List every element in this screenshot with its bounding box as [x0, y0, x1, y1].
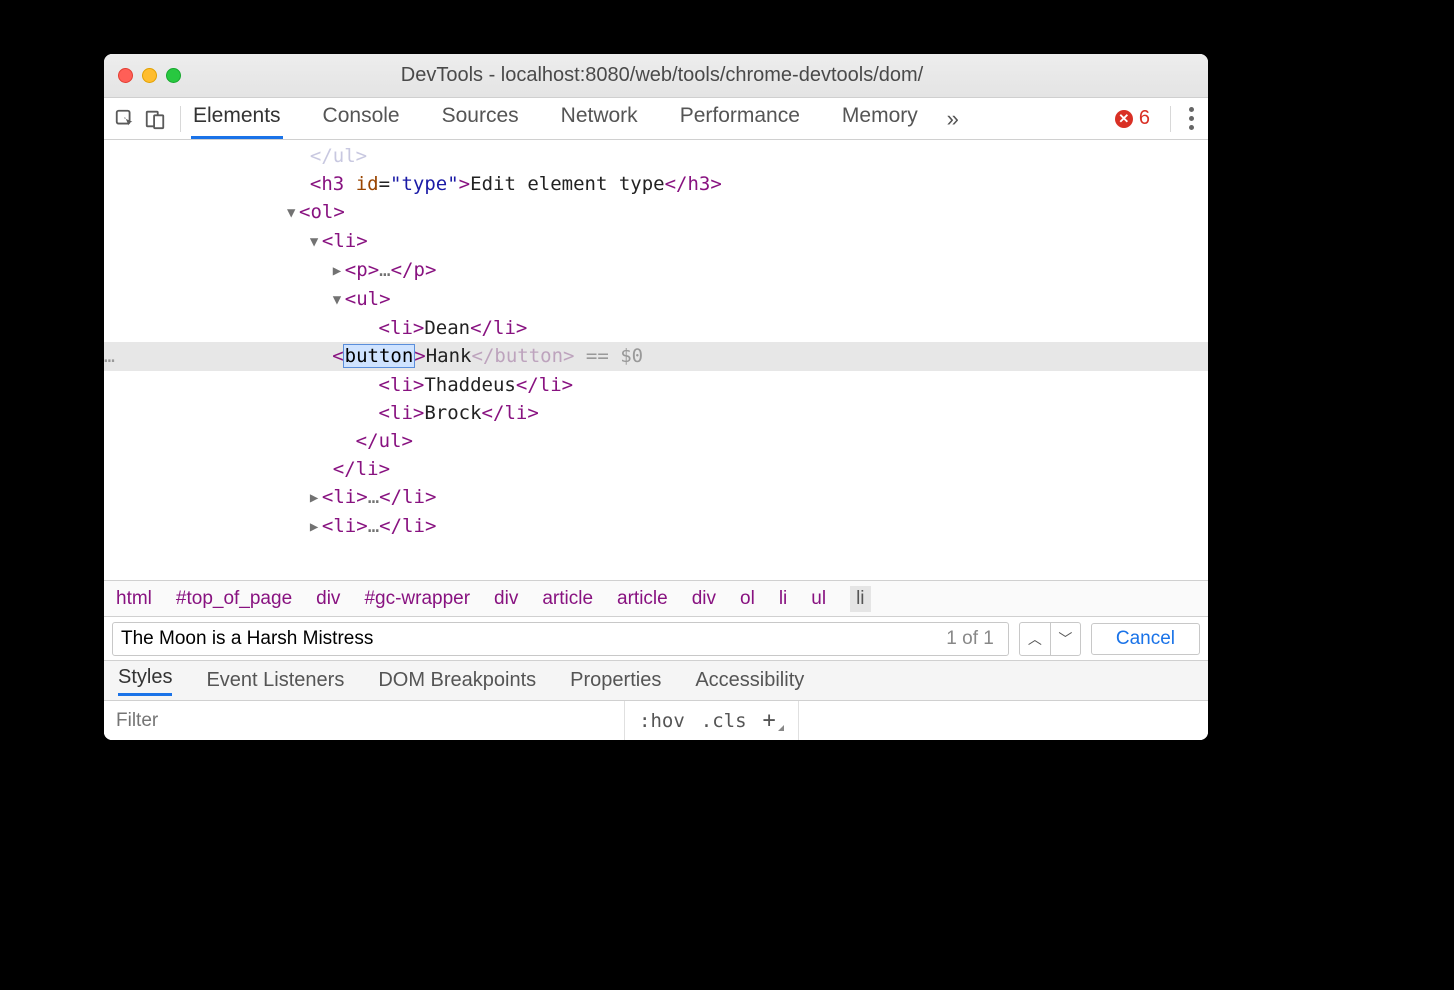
new-style-rule-icon[interactable]: + — [763, 708, 784, 733]
search-bar: 1 of 1 ︿ ﹀ Cancel — [104, 616, 1208, 660]
minimize-icon[interactable] — [142, 68, 157, 83]
crumb-li[interactable]: li — [779, 588, 787, 610]
subtab-event-listeners[interactable]: Event Listeners — [206, 669, 344, 692]
styles-filter-input[interactable] — [104, 701, 624, 740]
crumb-gc-wrapper[interactable]: #gc-wrapper — [364, 588, 470, 610]
tab-console[interactable]: Console — [321, 98, 402, 139]
chevron-right-icon[interactable]: ▶ — [310, 484, 322, 512]
dom-annotation: == $0 — [574, 345, 643, 367]
search-box: 1 of 1 — [112, 622, 1009, 656]
subtab-styles[interactable]: Styles — [118, 666, 172, 696]
dom-text: Brock — [424, 402, 481, 424]
crumb-ul[interactable]: ul — [811, 588, 826, 610]
inspect-icon[interactable] — [110, 104, 140, 134]
dom-text: Hank — [426, 345, 472, 367]
cancel-button[interactable]: Cancel — [1091, 623, 1200, 655]
dom-text: </ul> — [310, 145, 367, 167]
dom-tree[interactable]: </ul> <h3 id="type">Edit element type</h… — [104, 140, 1208, 580]
selected-node[interactable]: … <button>Hank</button> == $0 — [104, 342, 1208, 371]
maximize-icon[interactable] — [166, 68, 181, 83]
window-title: DevTools - localhost:8080/web/tools/chro… — [190, 64, 1134, 87]
titlebar: DevTools - localhost:8080/web/tools/chro… — [104, 54, 1208, 98]
dom-ellipsis: … — [368, 515, 379, 537]
chevron-down-icon[interactable]: ▼ — [287, 199, 299, 227]
search-next-icon[interactable]: ﹀ — [1050, 623, 1080, 655]
crumb-html[interactable]: html — [116, 588, 152, 610]
dom-text: Thaddeus — [424, 374, 516, 396]
tag-edit-input[interactable]: button — [344, 345, 415, 367]
close-icon[interactable] — [118, 68, 133, 83]
dom-text: = — [379, 173, 390, 195]
search-nav: ︿ ﹀ — [1019, 622, 1081, 656]
crumb-article[interactable]: article — [542, 588, 593, 610]
dom-text: Edit element type — [470, 173, 664, 195]
chevron-right-icon[interactable]: ▶ — [310, 513, 322, 541]
subtab-accessibility[interactable]: Accessibility — [695, 669, 804, 692]
chevron-down-icon[interactable]: ▼ — [310, 228, 322, 256]
tab-performance[interactable]: Performance — [678, 98, 802, 139]
crumb-article[interactable]: article — [617, 588, 668, 610]
dom-ellipsis: … — [379, 259, 390, 281]
main-toolbar: Elements Console Sources Network Perform… — [104, 98, 1208, 140]
error-count: 6 — [1139, 107, 1150, 130]
search-input[interactable] — [121, 628, 946, 650]
dom-attr-val: "type" — [390, 173, 459, 195]
cls-toggle[interactable]: .cls — [701, 710, 747, 732]
crumb-div[interactable]: div — [316, 588, 340, 610]
settings-menu-icon[interactable] — [1181, 107, 1202, 130]
dom-attr-name: id — [356, 173, 379, 195]
crumb-li-active[interactable]: li — [850, 586, 870, 612]
crumb-top-of-page[interactable]: #top_of_page — [176, 588, 292, 610]
styles-toolbar: :hov .cls + — [104, 700, 1208, 740]
tab-network[interactable]: Network — [559, 98, 640, 139]
dom-text: Dean — [424, 317, 470, 339]
subtab-dom-breakpoints[interactable]: DOM Breakpoints — [378, 669, 536, 692]
subtab-properties[interactable]: Properties — [570, 669, 661, 692]
tab-elements[interactable]: Elements — [191, 98, 283, 139]
tab-memory[interactable]: Memory — [840, 98, 920, 139]
crumb-div[interactable]: div — [494, 588, 518, 610]
panel-tabs: Elements Console Sources Network Perform… — [191, 98, 920, 139]
error-badge[interactable]: ✕ 6 — [1115, 107, 1150, 130]
crumb-ol[interactable]: ol — [740, 588, 755, 610]
styles-subtabs: Styles Event Listeners DOM Breakpoints P… — [104, 660, 1208, 700]
chevron-right-icon[interactable]: ▶ — [333, 257, 345, 285]
tab-sources[interactable]: Sources — [440, 98, 521, 139]
device-toggle-icon[interactable] — [140, 104, 170, 134]
crumb-div[interactable]: div — [692, 588, 716, 610]
breadcrumb: html #top_of_page div #gc-wrapper div ar… — [104, 580, 1208, 616]
tabs-overflow-icon[interactable]: » — [938, 104, 968, 134]
chevron-down-icon[interactable]: ▼ — [333, 286, 345, 314]
hov-toggle[interactable]: :hov — [639, 710, 685, 732]
dom-close-tag: button — [494, 345, 563, 367]
devtools-window: DevTools - localhost:8080/web/tools/chro… — [104, 54, 1208, 740]
error-icon: ✕ — [1115, 110, 1133, 128]
search-count: 1 of 1 — [946, 628, 1000, 650]
dom-ellipsis: … — [368, 486, 379, 508]
search-prev-icon[interactable]: ︿ — [1020, 623, 1050, 655]
